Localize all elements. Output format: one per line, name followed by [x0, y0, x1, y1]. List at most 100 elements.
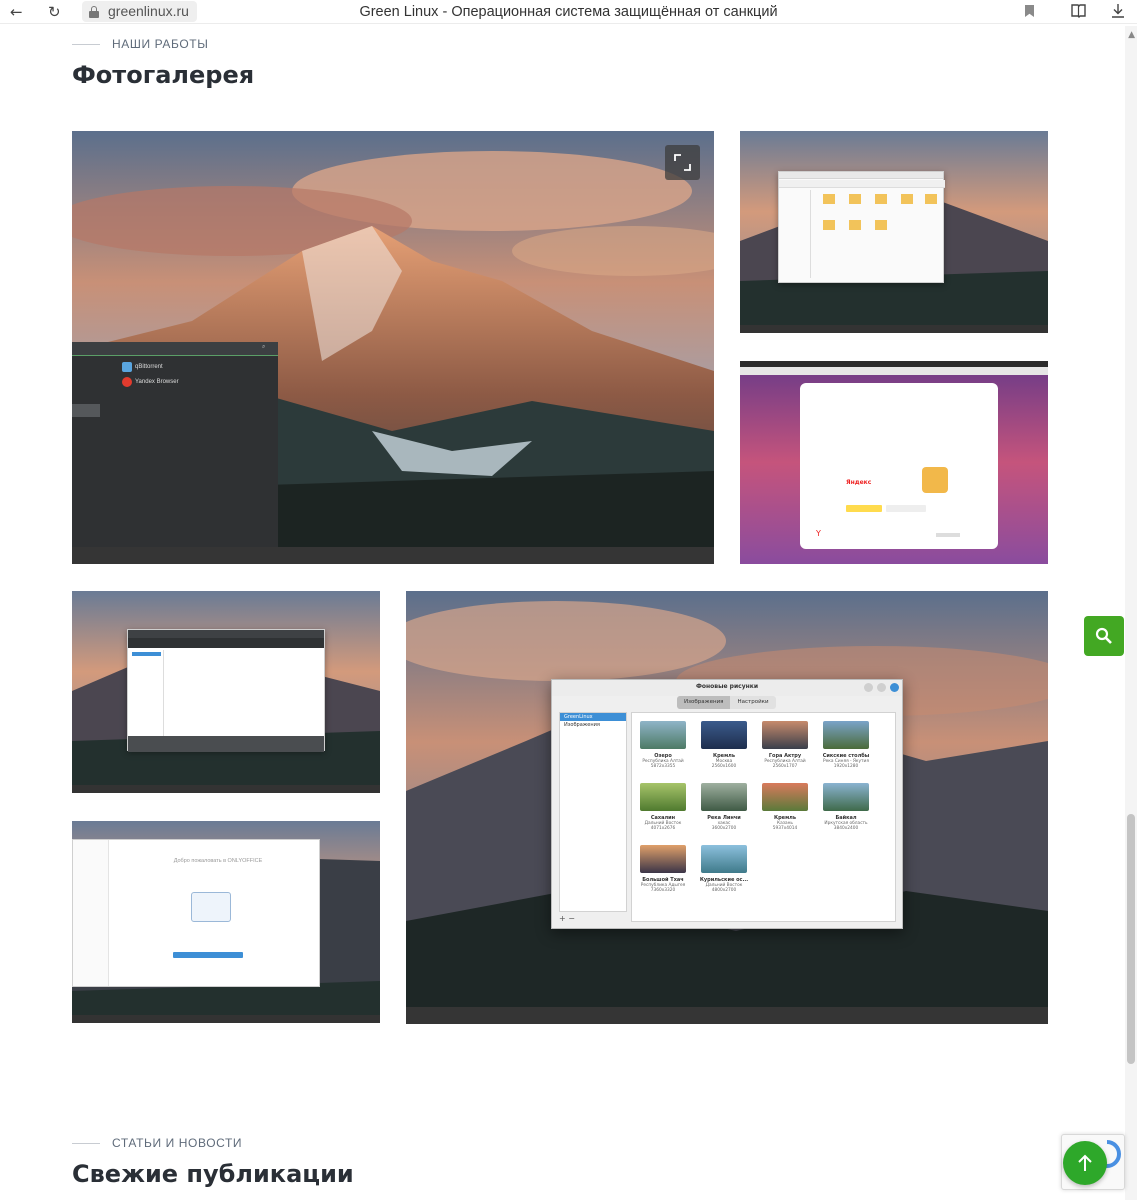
search-button[interactable]	[1084, 616, 1124, 656]
thumbnail[interactable]	[823, 721, 869, 749]
scroll-to-top-button[interactable]	[1063, 1141, 1107, 1185]
fullscreen-button[interactable]	[665, 145, 700, 180]
yandex-y-icon: Y	[816, 529, 821, 538]
installer-header	[128, 638, 324, 648]
scrollbar-thumb[interactable]	[1127, 814, 1135, 1064]
back-arrow-icon[interactable]: ←	[10, 2, 23, 22]
divider-line	[72, 43, 100, 45]
window-titlebar	[128, 630, 324, 638]
reload-icon[interactable]: ↻	[48, 2, 61, 22]
installer-footer	[128, 736, 324, 752]
thumbnail[interactable]	[640, 783, 686, 811]
menu-item-qbittorrent[interactable]: qBittorrent	[135, 364, 163, 370]
thumbnail[interactable]	[701, 783, 747, 811]
thumbnail[interactable]	[762, 783, 808, 811]
thumbnail[interactable]	[640, 845, 686, 873]
thumbnail-size: 3600x2700	[711, 826, 737, 831]
menu-category-selected[interactable]	[72, 404, 100, 417]
scroll-up-icon[interactable]: ▲	[1128, 30, 1135, 40]
gallery-image-6[interactable]: Фоновые рисунки Изображения Настройки Gr…	[406, 591, 1048, 1024]
news-eyebrow: СТАТЬИ И НОВОСТИ	[72, 1136, 242, 1150]
file-manager-window	[778, 171, 945, 283]
wallpaper-sidebar: GreenLinux Изображения	[559, 712, 627, 912]
folder-icon	[849, 220, 861, 230]
onlyoffice-sidebar	[73, 840, 109, 986]
browser-toolbar: ← ↻ greenlinux.ru Green Linux - Операцио…	[0, 0, 1137, 24]
file-sidebar	[781, 190, 811, 278]
thumbnail-size: 2560x1707	[772, 764, 798, 769]
folder-icon	[901, 194, 913, 204]
folder-icon	[925, 194, 937, 204]
thumbnail-size: 4800x2700	[711, 888, 737, 893]
onlyoffice-window: Добро пожаловать в ONLYOFFICE	[72, 839, 320, 987]
news-eyebrow-text: СТАТЬИ И НОВОСТИ	[112, 1136, 243, 1150]
gallery-eyebrow-text: НАШИ РАБОТЫ	[112, 37, 209, 51]
thumbnail[interactable]	[640, 721, 686, 749]
tab-images[interactable]: Изображения	[677, 696, 731, 709]
divider-line	[72, 1142, 100, 1144]
wallpaper-grid: Озеро Республика Алтай 5872x3355 Кремль …	[631, 712, 896, 922]
yandex-illustration	[922, 467, 948, 493]
tab-settings[interactable]: Настройки	[730, 696, 775, 709]
maximize-icon[interactable]	[877, 683, 886, 692]
dialog-titlebar: Фоновые рисунки	[552, 680, 902, 696]
folder-icon	[875, 220, 887, 230]
yandex-browser-icon	[122, 377, 132, 387]
menu-search-field[interactable]	[72, 342, 278, 356]
wallpaper-dialog: Фоновые рисунки Изображения Настройки Gr…	[551, 679, 903, 929]
news-title: Свежие публикации	[72, 1160, 354, 1188]
download-icon[interactable]	[1111, 3, 1125, 23]
thumbnail[interactable]	[701, 721, 747, 749]
gallery-image-4[interactable]	[72, 591, 380, 793]
reading-mode-icon[interactable]	[1070, 3, 1087, 23]
dialog-title: Фоновые рисунки	[695, 683, 759, 690]
card-footer-button[interactable]	[936, 533, 960, 537]
gallery-eyebrow: НАШИ РАБОТЫ	[72, 37, 208, 51]
window-toolbar	[779, 180, 945, 188]
close-icon[interactable]	[890, 683, 899, 692]
thumbnail-size: 2560x1600	[711, 764, 737, 769]
thumbnail-size: 5872x3355	[650, 764, 676, 769]
lock-icon	[89, 6, 99, 18]
dialog-tabs: Изображения Настройки	[677, 696, 776, 709]
installer-step-selected	[132, 652, 161, 656]
onlyoffice-heading: Добро пожаловать в ONLYOFFICE	[173, 858, 263, 864]
menu-search-icon: ⌕	[262, 344, 266, 350]
gallery-image-1[interactable]: ⌕ qBittorrent Yandex Browser	[72, 131, 714, 564]
browser-welcome-card: Яндекс Y	[800, 383, 998, 549]
menu-item-yandex-browser[interactable]: Yandex Browser	[135, 379, 179, 385]
gallery-image-2[interactable]	[740, 131, 1048, 333]
app-menu-panel: ⌕ qBittorrent Yandex Browser	[72, 342, 278, 547]
url-text: greenlinux.ru	[108, 3, 189, 19]
qbittorrent-icon	[122, 362, 132, 372]
address-bar[interactable]: greenlinux.ru	[82, 1, 197, 22]
page-scrollbar[interactable]	[1125, 26, 1137, 1200]
thumbnail[interactable]	[762, 721, 808, 749]
folder-icon	[849, 194, 861, 204]
minimize-icon[interactable]	[864, 683, 873, 692]
onlyoffice-connect-button[interactable]	[173, 952, 243, 958]
installer-step-list	[130, 650, 164, 736]
yandex-secondary-button[interactable]	[886, 505, 926, 512]
gallery-title: Фотогалерея	[72, 61, 255, 89]
thumbnail-size: 3840x2400	[833, 826, 859, 831]
thumbnail-size: 7360x3320	[650, 888, 676, 893]
yandex-primary-button[interactable]	[846, 505, 882, 512]
yandex-logo-text: Яндекс	[846, 479, 872, 486]
bookmark-icon[interactable]	[1024, 3, 1035, 23]
installer-window	[127, 629, 325, 752]
folder-icon	[823, 194, 835, 204]
thumbnail-size: 5937x4014	[772, 826, 798, 831]
gallery-image-3[interactable]: Яндекс Y	[740, 361, 1048, 564]
laptop-illustration	[191, 892, 231, 922]
thumbnail-size: 1920x1280	[833, 764, 859, 769]
arrow-up-icon	[1078, 1154, 1092, 1171]
gallery-image-5[interactable]: Добро пожаловать в ONLYOFFICE	[72, 821, 380, 1023]
thumbnail-size: 4071x2676	[650, 826, 676, 831]
sidebar-item-greenlinux[interactable]: GreenLinux	[560, 713, 626, 721]
sidebar-item-images[interactable]: Изображения	[560, 721, 626, 729]
add-remove-buttons[interactable]: + −	[559, 914, 575, 923]
thumbnail[interactable]	[823, 783, 869, 811]
window-titlebar	[779, 172, 943, 179]
thumbnail[interactable]	[701, 845, 747, 873]
